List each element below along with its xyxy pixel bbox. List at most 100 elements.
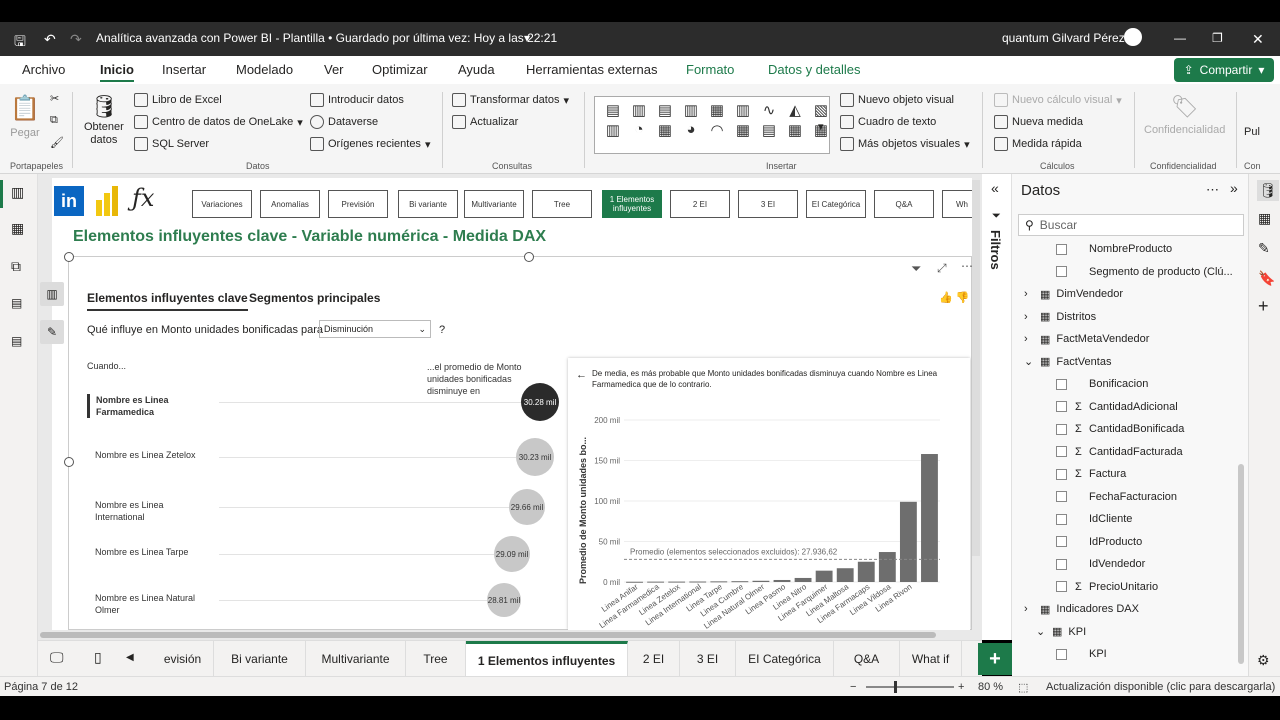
field-list-item[interactable]: › ▦ Distritos <box>1012 306 1096 328</box>
filter-icon[interactable]: ⏷ <box>911 261 921 277</box>
field-checkbox[interactable] <box>1056 536 1067 547</box>
tmdl-view-icon[interactable]: ▤ <box>11 334 22 348</box>
data-icon[interactable]: 🛢 <box>1257 180 1279 201</box>
textbox-button[interactable]: Cuadro de texto <box>840 115 936 129</box>
more-visuals-button[interactable]: Más objetos visuales ▾ <box>840 137 970 151</box>
focus-mode-icon[interactable]: ⤢ <box>937 261 947 276</box>
driver-label[interactable]: Nombre es Linea Farmamedica <box>87 394 197 418</box>
field-list-item[interactable]: IdProducto <box>1012 531 1142 553</box>
driver-label[interactable]: Nombre es Linea Zetelox <box>95 449 205 461</box>
field-list-item[interactable]: › ▦ FactMetaVendedor <box>1012 328 1149 350</box>
nav-button[interactable]: 2 EI <box>670 190 730 218</box>
visual-type-icon[interactable]: ▥ <box>601 121 625 139</box>
menu-datos-detalles[interactable]: Datos y detalles <box>768 62 861 77</box>
driver-bubble[interactable]: 29.09 mil <box>494 536 530 572</box>
driver-bubble[interactable]: 30.23 mil <box>516 438 554 476</box>
field-checkbox[interactable] <box>1056 468 1067 480</box>
visual-type-icon[interactable]: ▤ <box>601 101 625 119</box>
page-tab[interactable]: Bi variante <box>214 641 306 677</box>
more-options-icon[interactable]: ⋯ <box>1206 182 1219 198</box>
nav-button[interactable]: EI Categórica <box>806 190 866 218</box>
page-tab[interactable]: evisión <box>152 641 214 677</box>
canvas-vscroll[interactable] <box>972 180 980 556</box>
driver-bubble[interactable]: 30.28 mil <box>521 383 559 421</box>
zoom-slider[interactable] <box>866 681 954 693</box>
visual-type-icon[interactable]: ▦ <box>783 121 807 139</box>
page-tab[interactable]: Q&A <box>834 641 900 677</box>
add-pane-icon[interactable]: + <box>1258 296 1269 317</box>
field-checkbox[interactable] <box>1056 581 1067 592</box>
nav-button[interactable]: Q&A <box>874 190 934 218</box>
filters-pane-collapsed[interactable]: « ⏷ Filtros <box>982 174 1012 640</box>
visual-type-icon[interactable]: ◔ <box>627 121 651 139</box>
help-icon[interactable]: ? <box>439 324 445 336</box>
visual-type-icon[interactable]: ▥ <box>679 101 703 119</box>
visual-type-icon[interactable]: ▥ <box>627 101 651 119</box>
visual-type-icon[interactable]: ∿ <box>757 101 781 119</box>
driver-label[interactable]: Nombre es Linea Tarpe <box>95 546 205 558</box>
zoom-in-icon[interactable]: + <box>958 681 964 693</box>
nav-button[interactable]: 1 Elementos influyentes <box>602 190 662 218</box>
undo-icon[interactable]: ↶ <box>44 31 56 48</box>
nav-button[interactable]: Bi variante <box>398 190 458 218</box>
nav-button[interactable]: Multivariante <box>464 190 524 218</box>
field-list-item[interactable]: NombreProducto <box>1012 238 1172 260</box>
dax-view-icon[interactable]: ▤ <box>11 296 22 310</box>
direction-dropdown[interactable]: Disminución ⌄ <box>319 320 431 338</box>
tab-key-influencers[interactable]: Elementos influyentes clave <box>87 291 248 311</box>
field-list-item[interactable]: FechaFacturacion <box>1012 486 1177 508</box>
format-painter-icon[interactable]: 🖌 <box>50 136 64 149</box>
data-pane-scrollbar[interactable] <box>1238 464 1244 664</box>
publish-button[interactable]: Pul <box>1244 126 1260 138</box>
redo-icon[interactable]: ↷ <box>70 31 82 48</box>
field-list-item[interactable]: › ▦ Indicadores DAX <box>1012 598 1139 620</box>
menu-herramientas[interactable]: Herramientas externas <box>526 62 658 77</box>
save-icon[interactable]: 🖫 <box>14 31 26 55</box>
refresh-button[interactable]: Actualizar <box>452 115 518 129</box>
tab-top-segments[interactable]: Segmentos principales <box>249 291 380 305</box>
update-available[interactable]: Actualización disponible (clic para desc… <box>1046 681 1275 693</box>
menu-inicio[interactable]: Inicio <box>100 62 134 82</box>
nav-button[interactable]: Anomalías <box>260 190 320 218</box>
field-checkbox[interactable] <box>1056 491 1067 502</box>
table-view-icon[interactable]: ▦ <box>11 220 24 237</box>
visuals-gallery[interactable]: ▤ ▥ ▤ ▥ ▦ ▥ ∿ ◭ ▧ ▥ ◔ ▦ ◕ ◠ ▦ ▤ ▦ ▦ <box>594 96 830 154</box>
driver-label[interactable]: Nombre es Linea International <box>95 499 205 523</box>
page-tab[interactable]: EI Categórica <box>736 641 834 677</box>
sensitivity-button[interactable]: 🏷 Confidencialidad <box>1144 94 1225 136</box>
visual-type-icon[interactable]: ◭ <box>783 101 807 119</box>
menu-ver[interactable]: Ver <box>324 62 344 77</box>
restore-icon[interactable]: ❐ <box>1212 31 1223 45</box>
field-checkbox[interactable] <box>1056 648 1067 660</box>
enter-data-button[interactable]: Introducir datos <box>310 93 404 107</box>
fit-page-icon[interactable]: ⬚ <box>1018 681 1028 694</box>
field-list-item[interactable]: Σ CantidadBonificada <box>1012 418 1184 440</box>
thumbs-icon[interactable]: 👍 👎 <box>939 291 969 304</box>
visual-type-icon[interactable]: ◕ <box>679 121 703 139</box>
visual-type-icon[interactable]: ◠ <box>705 121 729 139</box>
new-calc-button[interactable]: Nuevo cálculo visual ▾ <box>994 93 1122 107</box>
sql-button[interactable]: SQL Server <box>134 137 209 151</box>
field-list-item[interactable]: Segmento de producto (Clú... <box>1012 261 1233 283</box>
canvas-hscroll[interactable] <box>40 632 936 638</box>
cut-icon[interactable]: ✂ <box>50 92 59 105</box>
visual-format-icon[interactable]: ▥ <box>40 282 64 306</box>
paste-button[interactable]: 📋 Pegar <box>10 94 40 139</box>
chevron-down-icon[interactable]: ⌄ <box>1024 355 1040 368</box>
field-checkbox[interactable] <box>1056 243 1067 255</box>
settings-icon[interactable]: ⚙ <box>1257 652 1270 669</box>
field-checkbox[interactable] <box>1056 558 1067 570</box>
menu-formato[interactable]: Formato <box>686 62 734 77</box>
collapse-right-icon[interactable]: » <box>1230 180 1238 196</box>
get-data-button[interactable]: 🛢 Obtener datos <box>84 94 124 146</box>
field-list-item[interactable]: Σ PrecioUnitario <box>1012 576 1158 598</box>
report-view-icon[interactable]: ▥ <box>11 184 24 201</box>
menu-insertar[interactable]: Insertar <box>162 62 206 77</box>
add-page-button[interactable]: + <box>978 643 1012 675</box>
zoom-out-icon[interactable]: − <box>850 681 856 693</box>
page-tab[interactable]: Multivariante <box>306 641 406 677</box>
minimize-icon[interactable]: — <box>1174 31 1186 45</box>
search-input[interactable]: ⚲ Buscar <box>1018 214 1244 236</box>
driver-bubble[interactable]: 29.66 mil <box>509 489 545 525</box>
chevron-down-icon[interactable]: ▾ <box>524 31 530 45</box>
